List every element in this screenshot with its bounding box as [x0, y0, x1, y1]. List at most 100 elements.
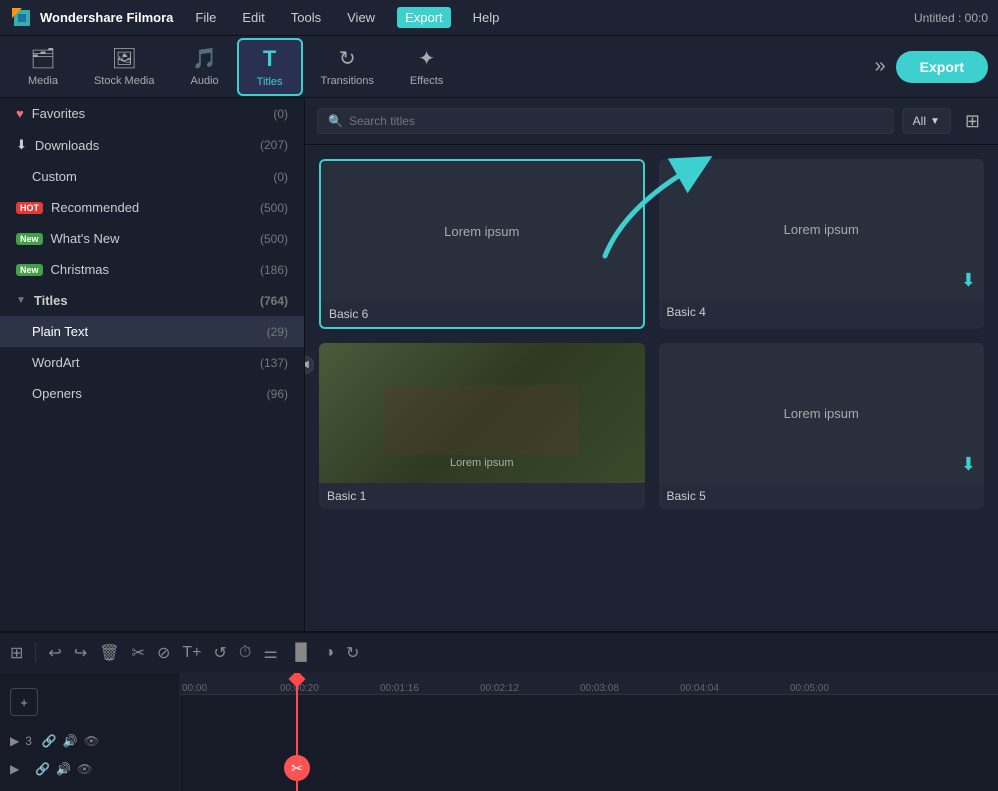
- media-label: Media: [28, 75, 58, 87]
- media-icon: 🗂: [30, 46, 55, 71]
- sidebar-item-wordart[interactable]: WordArt (137): [0, 347, 304, 378]
- tile-basic5-download-icon[interactable]: ⬇: [961, 454, 976, 475]
- ruler-mark-3: 00:02:12: [480, 683, 519, 694]
- track-link-icon: 🔗: [42, 734, 57, 748]
- adjust-icon[interactable]: ⚌: [263, 643, 277, 663]
- delete-icon[interactable]: 🗑: [99, 643, 119, 663]
- sidebar-wordart-label: WordArt: [32, 355, 79, 370]
- menu-edit[interactable]: Edit: [238, 8, 268, 27]
- effects-label: Effects: [410, 75, 443, 87]
- tile-basic5-label: Basic 5: [659, 483, 985, 509]
- titles-label: Titles: [257, 76, 283, 88]
- track-1-label: ▶ 3 🔗 🔊 👁: [10, 734, 169, 748]
- chevron-down-icon: ▼: [930, 116, 940, 127]
- toolbar-transitions[interactable]: ↻ Transitions: [303, 40, 392, 93]
- tile-basic1-thumb: Lorem ipsum: [319, 343, 645, 483]
- ruler-mark-6: 00:05:00: [790, 683, 829, 694]
- ruler-mark-5: 00:04:04: [680, 683, 719, 694]
- tiles-grid: Lorem ipsum Basic 6 Lorem ipsum ⬇ Basic …: [305, 145, 998, 523]
- hot-badge: HOT: [16, 202, 43, 214]
- timeline-grid-icon[interactable]: ⊞: [10, 643, 23, 663]
- toolbar-media[interactable]: 🗂 Media: [10, 40, 76, 93]
- filter-dropdown[interactable]: All ▼: [902, 108, 951, 134]
- stock-media-label: Stock Media: [94, 75, 155, 87]
- recommended-count: (500): [260, 201, 288, 215]
- titles-count: (764): [260, 294, 288, 308]
- timeline-section: ⊞ ↩ ↪ 🗑 ✂ ⊘ T+ ↺ ⏱ ⚌ ▐▌ ◑ ↻ + ▶ 3 🔗 🔊 👁: [0, 631, 998, 791]
- sidebar-christmas-label: Christmas: [51, 262, 110, 277]
- content-panel: ◀ 🔍 All ▼ ⊞ Lorem ipsum Basic 6: [305, 98, 998, 631]
- openers-count: (96): [267, 387, 288, 401]
- tile-basic5-thumb: Lorem ipsum ⬇: [659, 343, 985, 483]
- add-track-button[interactable]: +: [10, 688, 38, 716]
- track2-eye-icon[interactable]: 👁: [77, 762, 92, 776]
- menu-help[interactable]: Help: [469, 8, 504, 27]
- search-box: 🔍: [317, 108, 894, 134]
- toolbar-audio[interactable]: 🎵 Audio: [173, 40, 237, 93]
- sidebar-item-christmas[interactable]: New Christmas (186): [0, 254, 304, 285]
- export-button[interactable]: Export: [896, 51, 988, 83]
- sidebar-item-openers[interactable]: Openers (96): [0, 378, 304, 409]
- tile-basic4-download-icon[interactable]: ⬇: [961, 270, 976, 291]
- toolbar-stock-media[interactable]: 🖼 Stock Media: [76, 40, 173, 93]
- menu-bar-left: Wondershare Filmora File Edit Tools View…: [10, 6, 503, 30]
- ruler-mark-4: 00:03:08: [580, 683, 619, 694]
- tile-basic5-text: Lorem ipsum: [784, 406, 859, 421]
- toolbar-effects[interactable]: ✦ Effects: [392, 40, 461, 93]
- sidebar-item-custom[interactable]: Custom (0): [0, 161, 304, 192]
- track-mute-icon[interactable]: 🔊: [63, 734, 78, 748]
- tile-basic6[interactable]: Lorem ipsum Basic 6: [319, 159, 645, 329]
- tile-basic6-label: Basic 6: [321, 301, 643, 327]
- sidebar-item-recommended[interactable]: HOT Recommended (500): [0, 192, 304, 223]
- color-icon[interactable]: ◑: [324, 644, 334, 662]
- rotate-icon[interactable]: ↺: [213, 643, 226, 663]
- custom-count: (0): [273, 170, 288, 184]
- track-eye-icon[interactable]: 👁: [84, 734, 99, 748]
- menu-view[interactable]: View: [343, 8, 379, 27]
- redo-icon[interactable]: ↪: [74, 643, 87, 663]
- text-add-icon[interactable]: T+: [182, 644, 201, 662]
- playhead-bottom-handle[interactable]: ✂: [284, 755, 310, 781]
- toolbar-more-button[interactable]: »: [865, 55, 896, 78]
- grid-view-button[interactable]: ⊞: [959, 109, 986, 134]
- menu-file[interactable]: File: [191, 8, 220, 27]
- split-icon[interactable]: ▐▌: [290, 644, 313, 662]
- undo-icon[interactable]: ↩: [48, 643, 61, 663]
- search-input[interactable]: [349, 114, 883, 128]
- tile-basic6-thumb: Lorem ipsum: [321, 161, 643, 301]
- main-content: ♥ Favorites (0) ⬇ Downloads (207) Custom…: [0, 98, 998, 631]
- tile-basic4[interactable]: Lorem ipsum ⬇ Basic 4: [659, 159, 985, 329]
- menu-tools[interactable]: Tools: [287, 8, 325, 27]
- tile-basic1[interactable]: Lorem ipsum Basic 1: [319, 343, 645, 509]
- sidebar-item-downloads[interactable]: ⬇ Downloads (207): [0, 129, 304, 161]
- sidebar-item-plain-text[interactable]: Plain Text (29): [0, 316, 304, 347]
- track-play-icon: ▶: [10, 734, 19, 748]
- toolbar-divider-1: [35, 643, 36, 663]
- transitions-label: Transitions: [321, 75, 374, 87]
- new-badge-whats-new: New: [16, 233, 43, 245]
- track2-mute-icon[interactable]: 🔊: [56, 762, 71, 776]
- app-name: Wondershare Filmora: [40, 10, 173, 25]
- cut-icon[interactable]: ✂: [132, 643, 145, 663]
- stock-media-icon: 🖼: [112, 46, 137, 71]
- window-title: Untitled : 00:0: [914, 11, 988, 25]
- sidebar-openers-label: Openers: [32, 386, 82, 401]
- speed-icon[interactable]: ↻: [346, 643, 359, 663]
- sidebar-titles-section[interactable]: ▼ Titles (764): [0, 285, 304, 316]
- menu-export[interactable]: Export: [397, 7, 451, 28]
- timeline-right: 00:00 00:00:20 00:01:16 00:02:12 00:03:0…: [180, 673, 998, 791]
- effects-icon: ✦: [418, 46, 435, 71]
- favorites-count: (0): [273, 107, 288, 121]
- sidebar-item-whats-new[interactable]: New What's New (500): [0, 223, 304, 254]
- track-2-label: ▶ 🔗 🔊 👁: [10, 762, 169, 776]
- tile-basic4-thumb: Lorem ipsum ⬇: [659, 159, 985, 299]
- downloads-icon: ⬇: [16, 137, 27, 153]
- sidebar-item-favorites[interactable]: ♥ Favorites (0): [0, 98, 304, 129]
- timer-icon[interactable]: ⏱: [239, 644, 251, 662]
- crop-icon[interactable]: ⊘: [157, 643, 170, 663]
- toolbar-titles[interactable]: T Titles: [237, 38, 303, 96]
- plain-text-count: (29): [267, 325, 288, 339]
- tile-basic5[interactable]: Lorem ipsum ⬇ Basic 5: [659, 343, 985, 509]
- filter-label: All: [913, 114, 926, 128]
- track-number: 3: [25, 734, 32, 748]
